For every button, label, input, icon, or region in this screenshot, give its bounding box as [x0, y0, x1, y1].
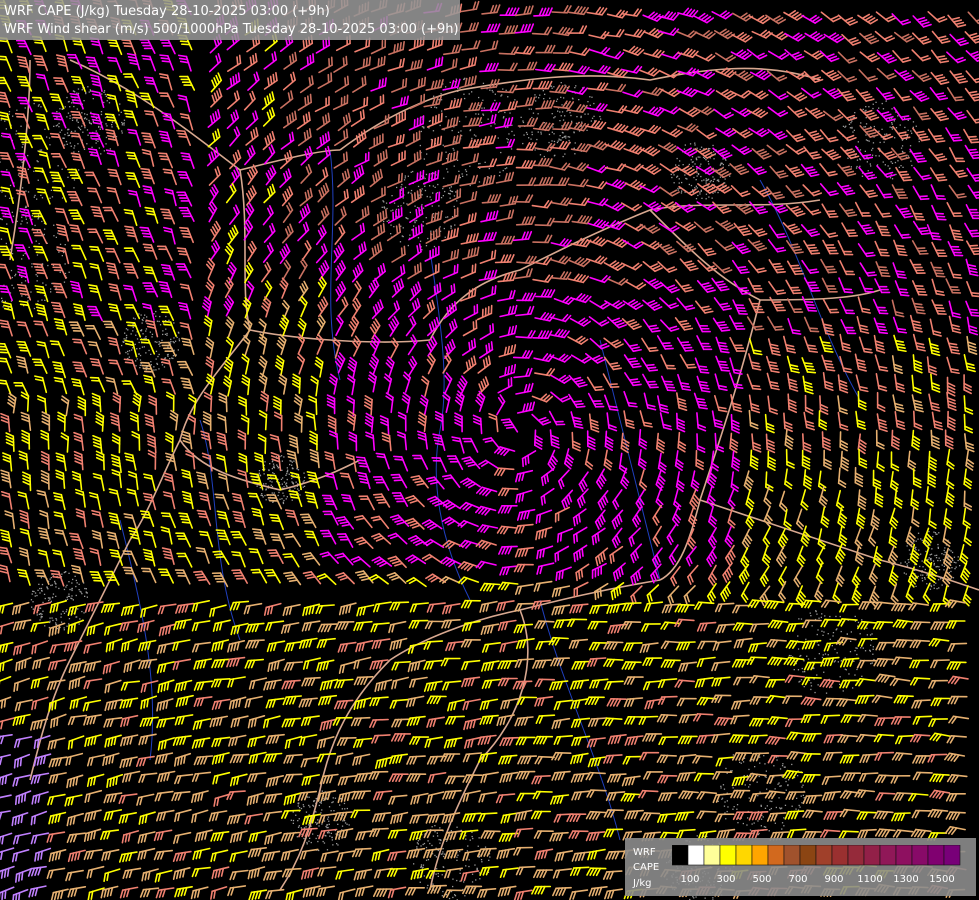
legend-swatch: [847, 845, 865, 866]
legend-swatch: [687, 845, 705, 866]
legend-swatch: [879, 845, 897, 866]
legend-swatch: [783, 845, 801, 866]
legend-swatch: [831, 845, 849, 866]
legend-swatch: [767, 845, 785, 866]
legend-model-label: WRF: [633, 847, 656, 858]
legend-swatch: [672, 845, 689, 866]
map-title-box: WRF CAPE (J/kg) Tuesday 28-10-2025 03:00…: [0, 0, 460, 40]
legend-swatch: [943, 845, 961, 866]
cape-title: WRF CAPE (J/kg) Tuesday 28-10-2025 03:00…: [4, 4, 330, 19]
legend-swatch: [735, 845, 753, 866]
legend-swatch: [815, 845, 833, 866]
wind-shear-map: [0, 0, 979, 900]
legend-swatch: [895, 845, 913, 866]
wind-shear-title: WRF Wind shear (m/s) 500/1000hPa Tuesday…: [4, 22, 459, 37]
legend-unit-label: J/kg: [633, 878, 652, 889]
legend-swatch: [911, 845, 929, 866]
legend-field-label: CAPE: [633, 862, 660, 873]
legend-swatch: [751, 845, 769, 866]
legend-swatch: [703, 845, 721, 866]
legend-swatch: [927, 845, 945, 866]
legend-swatch: [719, 845, 737, 866]
legend-color-scale: [672, 845, 961, 866]
legend-swatch: [799, 845, 817, 866]
legend-swatch: [863, 845, 881, 866]
